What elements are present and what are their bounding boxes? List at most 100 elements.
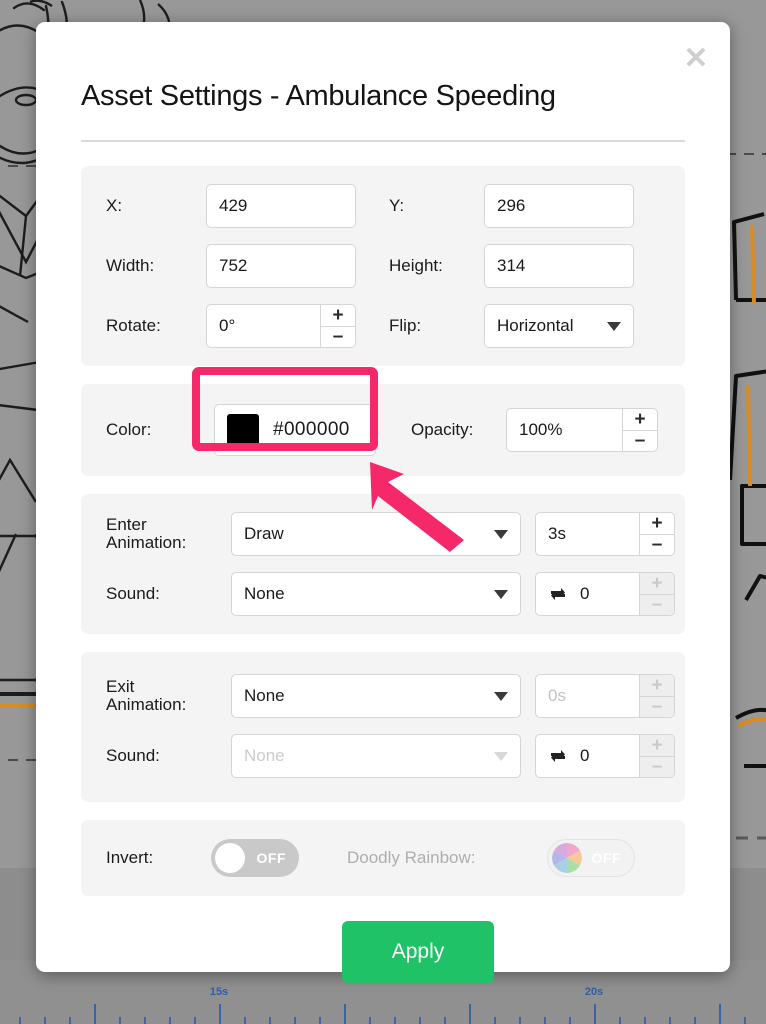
rotate-decrement-button[interactable]: – (321, 327, 355, 348)
timeline-tick-minor (244, 1017, 246, 1024)
timeline-tick-minor (169, 1017, 171, 1024)
timeline-tick-minor (544, 1017, 546, 1024)
exit-duration-increment-button[interactable]: + (640, 675, 674, 697)
enter-duration-decrement-button[interactable]: – (640, 535, 674, 556)
timeline-tick-major (594, 1004, 596, 1024)
height-input[interactable]: 314 (484, 244, 634, 288)
timeline-tick-minor (144, 1017, 146, 1024)
timeline-tick-minor (744, 1017, 746, 1024)
timeline-tick-minor (119, 1017, 121, 1024)
y-label: Y: (389, 197, 484, 215)
rotate-label: Rotate: (106, 317, 206, 335)
close-icon[interactable]: ✕ (681, 44, 711, 74)
invert-label: Invert: (106, 849, 211, 867)
timeline-tick-minor (269, 1017, 271, 1024)
enter-sound-select[interactable]: None (231, 572, 521, 616)
exit-loop-stepper-buttons[interactable]: + – (639, 735, 674, 777)
invert-toggle-state: OFF (257, 850, 287, 866)
exit-animation-label: Exit Animation: (106, 678, 231, 715)
enter-loop-decrement-button[interactable]: – (640, 595, 674, 616)
exit-duration-stepper[interactable]: 0s + – (535, 674, 675, 718)
rotate-increment-button[interactable]: + (321, 305, 355, 327)
exit-animation-select[interactable]: None (231, 674, 521, 718)
enter-animation-label: Enter Animation: (106, 516, 231, 553)
timeline-tick-minor (694, 1017, 696, 1024)
color-panel: Color: #000000 Opacity: 100% + – (81, 384, 685, 476)
timeline-tick-major (219, 1004, 221, 1024)
enter-animation-value: Draw (244, 524, 284, 544)
opacity-value[interactable]: 100% (507, 409, 622, 451)
chevron-down-icon (494, 590, 508, 599)
exit-loop-decrement-button[interactable]: – (640, 757, 674, 778)
flip-select[interactable]: Horizontal (484, 304, 634, 348)
timeline-tick-minor (619, 1017, 621, 1024)
opacity-stepper[interactable]: 100% + – (506, 408, 658, 452)
exit-duration-stepper-buttons[interactable]: + – (639, 675, 674, 717)
doodly-rainbow-label: Doodly Rainbow: (347, 849, 547, 867)
enter-animation-select[interactable]: Draw (231, 512, 521, 556)
enter-animation-panel: Enter Animation: Draw 3s + – Sound: None (81, 494, 685, 634)
exit-loop-increment-button[interactable]: + (640, 735, 674, 757)
exit-duration-decrement-button[interactable]: – (640, 697, 674, 718)
exit-loop-stepper[interactable]: 0 + – (535, 734, 675, 778)
color-label: Color: (106, 421, 206, 439)
chevron-down-icon (494, 692, 508, 701)
invert-toggle-knob (215, 843, 245, 873)
enter-loop-stepper-buttons[interactable]: + – (639, 573, 674, 615)
enter-loop-stepper[interactable]: 0 + – (535, 572, 675, 616)
timeline-tick-minor (69, 1017, 71, 1024)
timeline-tick-major (344, 1004, 346, 1024)
chevron-down-icon (494, 752, 508, 761)
doodly-rainbow-toggle-state: OFF (592, 850, 622, 866)
rotate-value[interactable]: 0° (207, 305, 320, 347)
dialog-title: Asset Settings - Ambulance Speeding (81, 80, 685, 113)
exit-animation-panel: Exit Animation: None 0s + – Sound: None (81, 652, 685, 802)
timeline-tick-major (469, 1004, 471, 1024)
timeline-tick-major (719, 1004, 721, 1024)
enter-duration-stepper-buttons[interactable]: + – (639, 513, 674, 555)
color-swatch[interactable] (227, 414, 259, 446)
apply-button[interactable]: Apply (342, 921, 494, 983)
toggles-panel: Invert: OFF Doodly Rainbow: OF (81, 820, 685, 896)
timeline-tick-minor (394, 1017, 396, 1024)
opacity-increment-button[interactable]: + (623, 409, 657, 431)
timeline-tick-major (94, 1004, 96, 1024)
enter-duration-increment-button[interactable]: + (640, 513, 674, 535)
invert-toggle[interactable]: OFF (211, 839, 299, 877)
x-input[interactable]: 429 (206, 184, 356, 228)
timeline-tick-minor (294, 1017, 296, 1024)
width-input[interactable]: 752 (206, 244, 356, 288)
timeline-tick-minor (419, 1017, 421, 1024)
timeline-tick-minor (19, 1017, 21, 1024)
enter-duration-value[interactable]: 3s (536, 513, 639, 555)
timeline-tick-minor (369, 1017, 371, 1024)
timeline-tick-minor (444, 1017, 446, 1024)
opacity-stepper-buttons[interactable]: + – (622, 409, 657, 451)
y-input[interactable]: 296 (484, 184, 634, 228)
enter-sound-value: None (244, 584, 285, 604)
color-hex-value: #000000 (273, 419, 350, 441)
timeline-tick-minor (519, 1017, 521, 1024)
enter-duration-stepper[interactable]: 3s + – (535, 512, 675, 556)
x-label: X: (106, 197, 206, 215)
geometry-panel: X: 429 Y: 296 Width: 752 Height: 314 Rot… (81, 166, 685, 366)
enter-loop-increment-button[interactable]: + (640, 573, 674, 595)
rotate-stepper-buttons[interactable]: + – (320, 305, 355, 347)
timeline-tick-minor (319, 1017, 321, 1024)
rotate-stepper[interactable]: 0° + – (206, 304, 356, 348)
exit-sound-value: None (244, 746, 285, 766)
loop-icon (548, 746, 568, 766)
timeline-label: 20s (585, 986, 603, 998)
exit-sound-label: Sound: (106, 747, 231, 765)
timeline-tick-minor (644, 1017, 646, 1024)
color-picker-field[interactable]: #000000 (214, 404, 376, 456)
doodly-rainbow-toggle[interactable]: OFF (547, 839, 635, 877)
timeline-tick-minor (194, 1017, 196, 1024)
asset-settings-dialog: ✕ Asset Settings - Ambulance Speeding X:… (36, 22, 730, 972)
height-label: Height: (389, 257, 484, 275)
opacity-label: Opacity: (411, 421, 506, 439)
opacity-decrement-button[interactable]: – (623, 431, 657, 452)
exit-duration-value[interactable]: 0s (536, 675, 639, 717)
chevron-down-icon (494, 530, 508, 539)
exit-sound-select[interactable]: None (231, 734, 521, 778)
